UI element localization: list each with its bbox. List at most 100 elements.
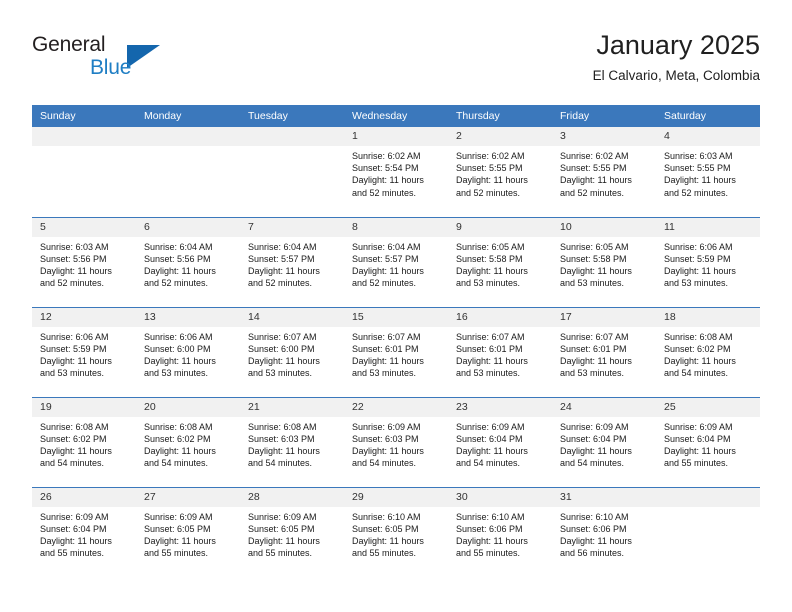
daylight-duration-line2: and 55 minutes. [352, 548, 417, 559]
calendar-day-cell[interactable]: 3 Sunrise: 6:02 AM Sunset: 5:55 PM Daylight… [552, 127, 656, 217]
calendar-day-cell[interactable]: 22 Sunrise: 6:09 AM Sunset: 6:03 PM Dayligh… [344, 396, 448, 487]
daylight-duration-line1: Daylight: 11 hours [664, 175, 736, 186]
day-details: Sunrise: 6:08 AM Sunset: 6:02 PM Daylight:… [656, 327, 760, 380]
calendar-day-cell[interactable]: 16 Sunrise: 6:07 AM Sunset: 6:01 PM Dayligh… [448, 306, 552, 397]
daylight-duration-line2: and 52 minutes. [664, 187, 729, 198]
calendar-day-cell[interactable]: 17 Sunrise: 6:07 AM Sunset: 6:01 PM Dayligh… [552, 306, 656, 397]
day-number: 29 [344, 487, 448, 507]
sunrise-time: Sunrise: 6:03 AM [40, 241, 109, 252]
sunrise-time: Sunrise: 6:09 AM [248, 511, 317, 522]
daylight-duration-line2: and 52 minutes. [456, 187, 521, 198]
general-blue-logo[interactable]: General Blue [32, 32, 182, 88]
day-details: Sunrise: 6:02 AM Sunset: 5:54 PM Daylight:… [344, 146, 448, 199]
calendar-day-cell[interactable]: 6 Sunrise: 6:04 AM Sunset: 5:56 PM Daylight… [136, 216, 240, 307]
calendar-cell-inner: 1 Sunrise: 6:02 AM Sunset: 5:54 PM Daylight… [344, 127, 448, 216]
sunrise-time: Sunrise: 6:07 AM [248, 331, 317, 342]
calendar-cell-inner: 5 Sunrise: 6:03 AM Sunset: 5:56 PM Daylight… [32, 217, 136, 307]
calendar-day-cell[interactable]: 31 Sunrise: 6:10 AM Sunset: 6:06 PM Dayligh… [552, 486, 656, 577]
daylight-duration-line2: and 54 minutes. [456, 458, 521, 469]
calendar-day-cell[interactable]: 30 Sunrise: 6:10 AM Sunset: 6:06 PM Dayligh… [448, 486, 552, 577]
calendar-week-row: 19 Sunrise: 6:08 AM Sunset: 6:02 PM Dayligh… [32, 396, 760, 487]
calendar-day-cell[interactable]: 24 Sunrise: 6:09 AM Sunset: 6:04 PM Dayligh… [552, 396, 656, 487]
sunrise-time: Sunrise: 6:09 AM [456, 421, 525, 432]
calendar-cell-inner: 19 Sunrise: 6:08 AM Sunset: 6:02 PM Dayligh… [32, 397, 136, 487]
calendar-day-cell[interactable]: 20 Sunrise: 6:08 AM Sunset: 6:02 PM Dayligh… [136, 396, 240, 487]
sunrise-time: Sunrise: 6:07 AM [456, 331, 525, 342]
sunset-time: Sunset: 5:57 PM [248, 253, 315, 264]
day-details: Sunrise: 6:06 AM Sunset: 5:59 PM Daylight:… [32, 327, 136, 380]
calendar-cell-inner: 30 Sunrise: 6:10 AM Sunset: 6:06 PM Dayligh… [448, 487, 552, 577]
sunset-time: Sunset: 6:02 PM [40, 433, 107, 444]
day-number: 6 [136, 217, 240, 237]
calendar-day-cell[interactable]: 8 Sunrise: 6:04 AM Sunset: 5:57 PM Daylight… [344, 216, 448, 307]
weekday-header-wednesday: Wednesday [344, 105, 448, 127]
calendar-cell-inner: 13 Sunrise: 6:06 AM Sunset: 6:00 PM Dayligh… [136, 307, 240, 397]
sunset-time: Sunset: 5:59 PM [664, 253, 731, 264]
daylight-duration-line1: Daylight: 11 hours [40, 445, 112, 456]
sunset-time: Sunset: 6:04 PM [560, 433, 627, 444]
daylight-duration-line1: Daylight: 11 hours [456, 445, 528, 456]
day-number: 25 [656, 397, 760, 417]
day-number: 11 [656, 217, 760, 237]
calendar-day-cell[interactable]: 1 Sunrise: 6:02 AM Sunset: 5:54 PM Daylight… [344, 127, 448, 217]
day-details: Sunrise: 6:10 AM Sunset: 6:06 PM Daylight:… [448, 507, 552, 560]
sunrise-time: Sunrise: 6:07 AM [560, 331, 629, 342]
weekday-header-friday: Friday [552, 105, 656, 127]
day-number: 1 [344, 127, 448, 146]
calendar-day-cell[interactable]: 10 Sunrise: 6:05 AM Sunset: 5:58 PM Dayligh… [552, 216, 656, 307]
sunrise-time: Sunrise: 6:03 AM [664, 151, 733, 161]
day-number: 17 [552, 307, 656, 327]
sunrise-time: Sunrise: 6:04 AM [144, 241, 213, 252]
sunset-time: Sunset: 5:54 PM [352, 163, 419, 174]
calendar-day-cell[interactable]: 9 Sunrise: 6:05 AM Sunset: 5:58 PM Daylight… [448, 216, 552, 307]
day-number [240, 127, 344, 146]
calendar-cell-inner: 11 Sunrise: 6:06 AM Sunset: 5:59 PM Dayligh… [656, 217, 760, 307]
daylight-duration-line2: and 54 minutes. [248, 458, 313, 469]
calendar-day-cell[interactable]: 26 Sunrise: 6:09 AM Sunset: 6:04 PM Dayligh… [32, 486, 136, 577]
sunrise-time: Sunrise: 6:05 AM [456, 241, 525, 252]
sunset-time: Sunset: 6:06 PM [456, 523, 523, 534]
daylight-duration-line1: Daylight: 11 hours [352, 175, 424, 186]
calendar-day-cell[interactable]: 15 Sunrise: 6:07 AM Sunset: 6:01 PM Dayligh… [344, 306, 448, 397]
calendar-day-cell[interactable]: 7 Sunrise: 6:04 AM Sunset: 5:57 PM Daylight… [240, 216, 344, 307]
calendar-day-cell[interactable]: 4 Sunrise: 6:03 AM Sunset: 5:55 PM Daylight… [656, 127, 760, 217]
calendar-day-cell[interactable]: 19 Sunrise: 6:08 AM Sunset: 6:02 PM Dayligh… [32, 396, 136, 487]
calendar-cell-inner: 6 Sunrise: 6:04 AM Sunset: 5:56 PM Daylight… [136, 217, 240, 307]
day-number: 2 [448, 127, 552, 146]
calendar-day-cell[interactable]: 29 Sunrise: 6:10 AM Sunset: 6:05 PM Dayligh… [344, 486, 448, 577]
calendar-cell-inner: 18 Sunrise: 6:08 AM Sunset: 6:02 PM Dayligh… [656, 307, 760, 397]
logo-triangle-icon [127, 45, 160, 68]
day-number: 16 [448, 307, 552, 327]
calendar-cell-empty [32, 127, 136, 217]
daylight-duration-line1: Daylight: 11 hours [456, 265, 528, 276]
day-number [32, 127, 136, 146]
calendar-day-cell[interactable]: 23 Sunrise: 6:09 AM Sunset: 6:04 PM Dayligh… [448, 396, 552, 487]
calendar-grid: Sunday Monday Tuesday Wednesday Thursday… [32, 105, 760, 577]
calendar-cell-inner: 28 Sunrise: 6:09 AM Sunset: 6:05 PM Dayligh… [240, 487, 344, 577]
calendar-day-cell[interactable]: 12 Sunrise: 6:06 AM Sunset: 5:59 PM Dayligh… [32, 306, 136, 397]
daylight-duration-line1: Daylight: 11 hours [560, 265, 632, 276]
sunset-time: Sunset: 6:01 PM [560, 343, 627, 354]
day-details: Sunrise: 6:02 AM Sunset: 5:55 PM Daylight:… [448, 146, 552, 199]
day-details: Sunrise: 6:07 AM Sunset: 6:00 PM Daylight:… [240, 327, 344, 380]
sunrise-time: Sunrise: 6:08 AM [248, 421, 317, 432]
calendar-day-cell[interactable]: 11 Sunrise: 6:06 AM Sunset: 5:59 PM Dayligh… [656, 216, 760, 307]
calendar-day-cell[interactable]: 27 Sunrise: 6:09 AM Sunset: 6:05 PM Dayligh… [136, 486, 240, 577]
calendar-day-cell[interactable]: 18 Sunrise: 6:08 AM Sunset: 6:02 PM Dayligh… [656, 306, 760, 397]
sunset-time: Sunset: 5:55 PM [560, 163, 627, 174]
daylight-duration-line2: and 54 minutes. [560, 458, 625, 469]
day-number: 20 [136, 397, 240, 417]
calendar-day-cell[interactable]: 13 Sunrise: 6:06 AM Sunset: 6:00 PM Dayligh… [136, 306, 240, 397]
calendar-day-cell[interactable]: 5 Sunrise: 6:03 AM Sunset: 5:56 PM Daylight… [32, 216, 136, 307]
calendar-cell-inner: 3 Sunrise: 6:02 AM Sunset: 5:55 PM Daylight… [552, 127, 656, 216]
calendar-day-cell[interactable]: 28 Sunrise: 6:09 AM Sunset: 6:05 PM Dayligh… [240, 486, 344, 577]
calendar-day-cell[interactable]: 21 Sunrise: 6:08 AM Sunset: 6:03 PM Dayligh… [240, 396, 344, 487]
sunset-time: Sunset: 6:04 PM [456, 433, 523, 444]
logo-text-blue: Blue [90, 56, 132, 79]
sunrise-time: Sunrise: 6:09 AM [144, 511, 213, 522]
calendar-day-cell[interactable]: 14 Sunrise: 6:07 AM Sunset: 6:00 PM Dayligh… [240, 306, 344, 397]
calendar-day-cell[interactable]: 25 Sunrise: 6:09 AM Sunset: 6:04 PM Dayligh… [656, 396, 760, 487]
calendar-day-cell[interactable]: 2 Sunrise: 6:02 AM Sunset: 5:55 PM Daylight… [448, 127, 552, 217]
sunrise-time: Sunrise: 6:02 AM [560, 151, 629, 161]
calendar-cell-inner: 27 Sunrise: 6:09 AM Sunset: 6:05 PM Dayligh… [136, 487, 240, 577]
